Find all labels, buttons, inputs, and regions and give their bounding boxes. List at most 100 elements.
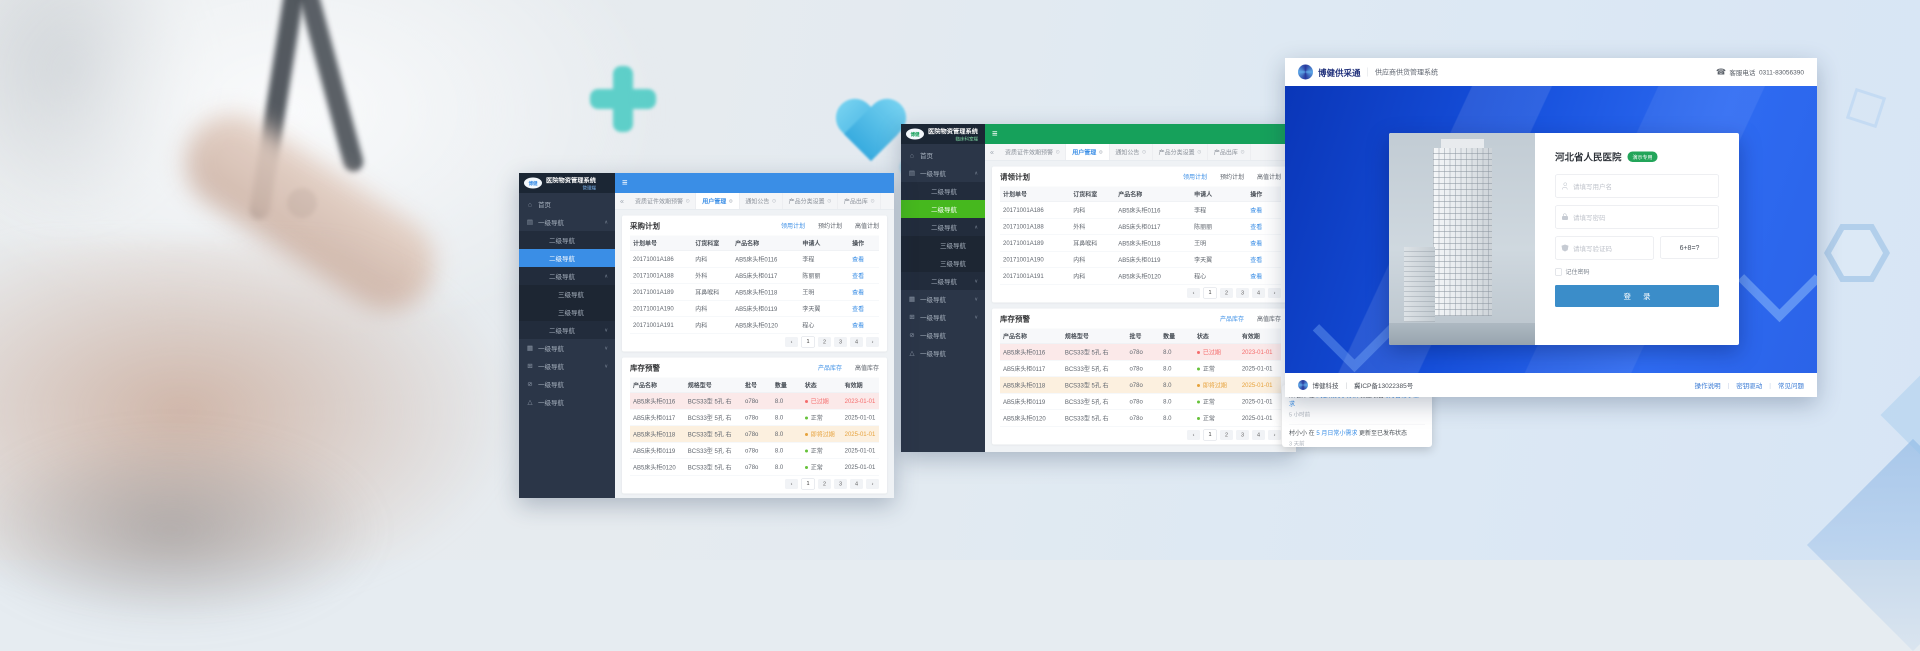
sidebar-item[interactable]: 二级导航 <box>519 231 615 249</box>
tab[interactable]: 产品出库 ⊙ <box>1208 144 1251 160</box>
page-button[interactable]: ‹ <box>1187 430 1200 440</box>
page-button[interactable]: 1 <box>801 479 815 490</box>
tab-close-icon[interactable]: ⊙ <box>772 198 776 204</box>
page-button[interactable]: › <box>1268 288 1281 298</box>
page-button[interactable]: 3 <box>1236 288 1249 298</box>
page-button[interactable]: ‹ <box>1187 288 1200 298</box>
page-button[interactable]: 2 <box>1220 288 1233 298</box>
sidebar-item[interactable]: 二级导航 <box>901 182 985 200</box>
view-link[interactable]: 查看 <box>852 289 864 296</box>
stock-type-link[interactable]: 高值库存 <box>1257 314 1281 323</box>
sidebar-item[interactable]: ⌂ 首页 <box>901 146 985 164</box>
sidebar-item[interactable]: 三级导航 <box>901 254 985 272</box>
plan-type-link[interactable]: 高值计划 <box>1257 172 1281 181</box>
page-button[interactable]: 4 <box>1252 430 1265 440</box>
sidebar-item[interactable]: 三级导航 <box>519 285 615 303</box>
view-link[interactable]: 查看 <box>852 272 864 279</box>
view-link[interactable]: 查看 <box>852 322 864 329</box>
tab-close-icon[interactable]: ⊙ <box>729 198 733 204</box>
tab[interactable]: 通知公告 ⊙ <box>1109 144 1152 160</box>
sidebar-item[interactable]: ▤ 一级导航 ∧ <box>519 213 615 231</box>
sidebar-item[interactable]: 三级导航 <box>519 303 615 321</box>
sidebar-item[interactable]: 三级导航 <box>901 236 985 254</box>
page-button[interactable]: 1 <box>1203 430 1217 441</box>
tab-close-icon[interactable]: ⊙ <box>870 198 874 204</box>
view-link[interactable]: 查看 <box>852 305 864 312</box>
tab[interactable]: 资质证件效期预警 ⊙ <box>999 144 1066 160</box>
captcha-question[interactable]: 6+8=? <box>1660 237 1719 259</box>
plan-type-link[interactable]: 高值计划 <box>855 221 879 230</box>
help-link[interactable]: 操作说明 <box>1695 380 1721 390</box>
collapse-tabs-icon[interactable]: « <box>985 148 999 156</box>
tab-close-icon[interactable]: ⊙ <box>1197 149 1201 155</box>
captcha-field[interactable]: 请填写验证码 <box>1555 237 1654 260</box>
sidebar-item[interactable]: ⊘ 一级导航 <box>519 375 615 393</box>
page-button[interactable]: › <box>866 337 879 347</box>
view-link[interactable]: 查看 <box>1250 207 1262 214</box>
key-driver-link[interactable]: 密钥驱动 <box>1736 380 1762 390</box>
tab[interactable]: 通知公告 ⊙ <box>739 193 782 209</box>
page-button[interactable]: 2 <box>818 337 831 347</box>
plan-type-link[interactable]: 预约计划 <box>1220 172 1244 181</box>
view-link[interactable]: 查看 <box>1250 256 1262 263</box>
sidebar-item[interactable]: 二级导航 ∧ <box>519 267 615 285</box>
plan-type-link[interactable]: 预约计划 <box>818 221 842 230</box>
page-button[interactable]: 3 <box>834 337 847 347</box>
page-button[interactable]: › <box>866 479 879 489</box>
tab[interactable]: 产品出库 ⊙ <box>838 193 881 209</box>
tab-close-icon[interactable]: ⊙ <box>686 198 690 204</box>
faq-link[interactable]: 常见问题 <box>1778 380 1804 390</box>
page-button[interactable]: ‹ <box>785 337 798 347</box>
page-button[interactable]: 2 <box>1220 430 1233 440</box>
plan-type-link[interactable]: 领用计划 <box>781 221 805 230</box>
sidebar-item[interactable]: 二级导航 ∨ <box>901 272 985 290</box>
sidebar-item[interactable]: 二级导航 ∧ <box>901 218 985 236</box>
view-link[interactable]: 查看 <box>1250 273 1262 280</box>
tab[interactable]: 产品分类设置 ⊙ <box>1153 144 1208 160</box>
page-button[interactable]: › <box>1268 430 1281 440</box>
page-button[interactable]: 4 <box>850 337 863 347</box>
page-button[interactable]: 3 <box>1236 430 1249 440</box>
username-field[interactable]: 请填写用户名 <box>1555 175 1719 198</box>
sidebar-item[interactable]: ▦ 一级导航 ∨ <box>901 290 985 308</box>
sidebar-item[interactable]: ⊞ 一级导航 ∨ <box>901 308 985 326</box>
page-button[interactable]: ‹ <box>785 479 798 489</box>
tab[interactable]: 资质证件效期预警 ⊙ <box>629 193 696 209</box>
tab-close-icon[interactable]: ⊙ <box>1056 149 1060 155</box>
tab-close-icon[interactable]: ⊙ <box>1099 149 1103 155</box>
tab-close-icon[interactable]: ⊙ <box>1142 149 1146 155</box>
page-button[interactable]: 2 <box>818 479 831 489</box>
login-button[interactable]: 登 录 <box>1555 285 1719 307</box>
page-button[interactable]: 4 <box>850 479 863 489</box>
sidebar-item[interactable]: 二级导航 ∨ <box>519 321 615 339</box>
sidebar-item[interactable]: ⊘ 一级导航 <box>901 326 985 344</box>
stock-type-link[interactable]: 产品库存 <box>818 363 842 372</box>
remember-checkbox[interactable] <box>1555 268 1562 275</box>
view-link[interactable]: 查看 <box>1250 240 1262 247</box>
page-button[interactable]: 1 <box>801 337 815 348</box>
project-link[interactable]: 5 月日常小需求 <box>1316 430 1357 437</box>
sidebar-item[interactable]: ⌂ 首页 <box>519 195 615 213</box>
sidebar-item[interactable]: ▦ 一级导航 ∨ <box>519 339 615 357</box>
view-link[interactable]: 查看 <box>852 256 864 263</box>
page-button[interactable]: 4 <box>1252 288 1265 298</box>
collapse-tabs-icon[interactable]: « <box>615 197 629 205</box>
sidebar-item[interactable]: ▤ 一级导航 ∧ <box>901 164 985 182</box>
tab[interactable]: 用户管理 ⊙ <box>696 193 739 209</box>
stock-type-link[interactable]: 产品库存 <box>1220 314 1244 323</box>
sidebar-item[interactable]: 二级导航 <box>519 249 615 267</box>
page-button[interactable]: 1 <box>1203 288 1217 299</box>
hamburger-menu-icon[interactable]: ≡ <box>992 129 998 140</box>
sidebar-item[interactable]: △ 一级导航 <box>901 344 985 362</box>
password-field[interactable]: 请填写密码 <box>1555 206 1719 229</box>
sidebar-item[interactable]: 二级导航 <box>901 200 985 218</box>
sidebar-item[interactable]: △ 一级导航 <box>519 393 615 411</box>
view-link[interactable]: 查看 <box>1250 223 1262 230</box>
tab-close-icon[interactable]: ⊙ <box>1240 149 1244 155</box>
tab-close-icon[interactable]: ⊙ <box>827 198 831 204</box>
hamburger-menu-icon[interactable]: ≡ <box>622 178 628 189</box>
tab[interactable]: 用户管理 ⊙ <box>1066 144 1109 160</box>
sidebar-item[interactable]: ⊞ 一级导航 ∨ <box>519 357 615 375</box>
plan-type-link[interactable]: 领用计划 <box>1183 172 1207 181</box>
stock-type-link[interactable]: 高值库存 <box>855 363 879 372</box>
